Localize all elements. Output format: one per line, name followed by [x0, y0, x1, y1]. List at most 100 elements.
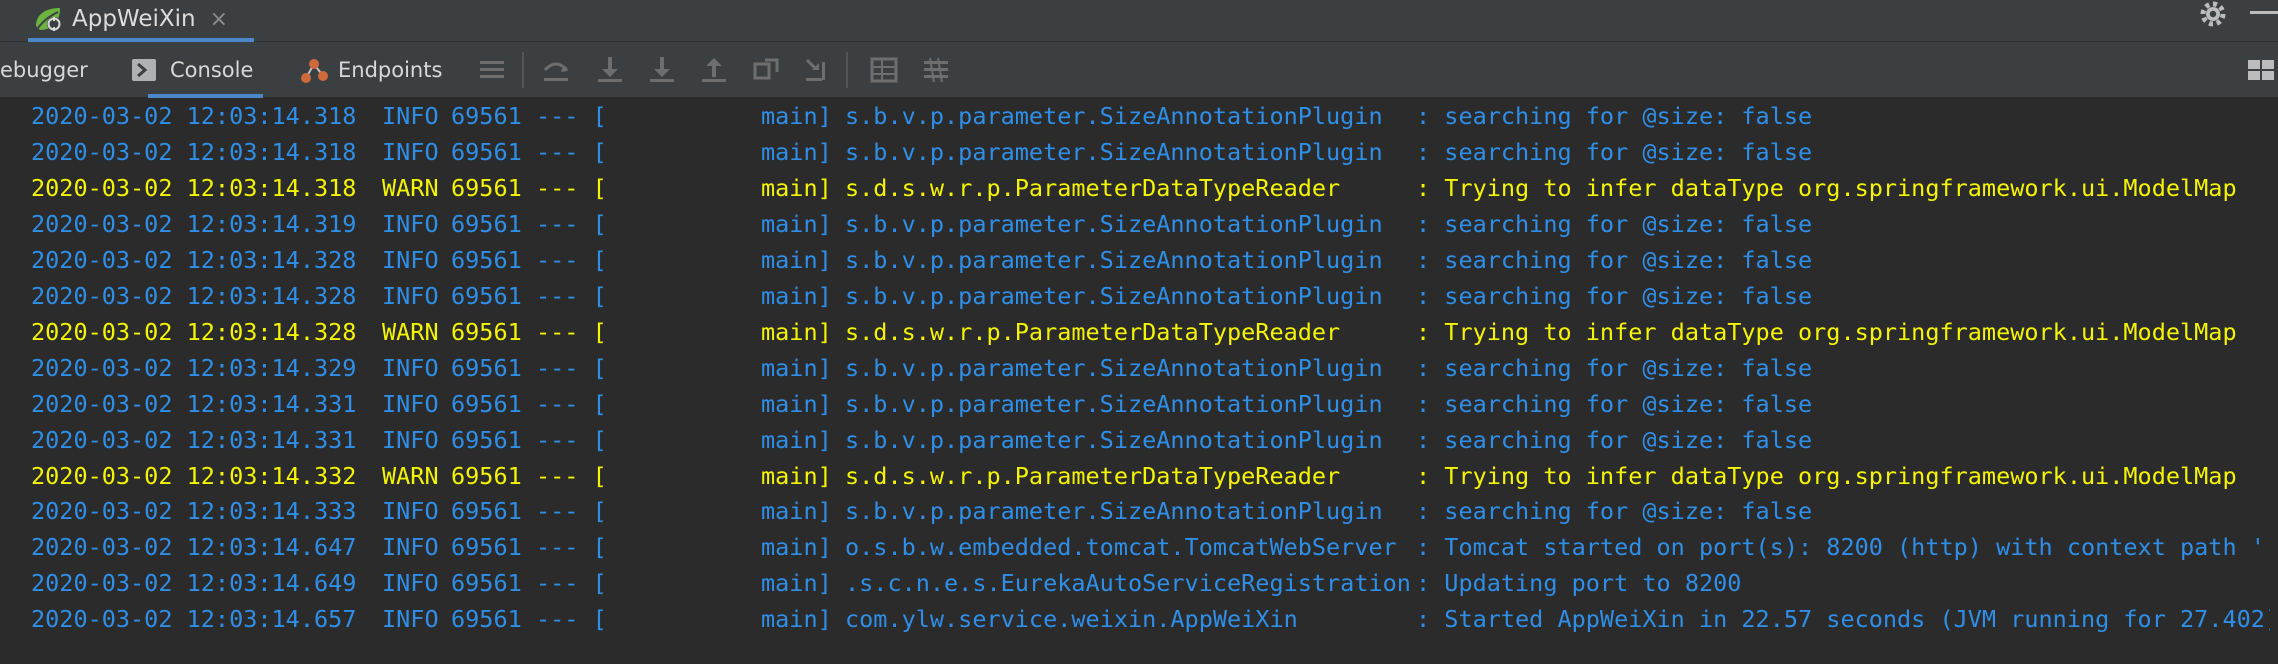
close-tab-icon[interactable]: ×	[210, 7, 228, 32]
log-message: : searching for @size: false	[1416, 353, 1813, 382]
log-level: INFO	[382, 102, 439, 130]
layout-icon[interactable]	[476, 54, 508, 86]
vertical-scrollbar[interactable]	[2270, 98, 2278, 664]
gear-icon[interactable]	[2196, 0, 2230, 34]
toolbar-separator	[846, 52, 848, 88]
log-line: 2020-03-02 12:03:14.657 INFO 69561 --- [mai…	[31, 601, 2278, 637]
log-level: INFO	[382, 569, 439, 598]
log-logger: .s.c.n.e.s.EurekaAutoServiceRegistration	[845, 569, 1411, 598]
log-dash: --- [	[536, 389, 607, 418]
log-thread: main]	[761, 281, 832, 310]
minimize-icon[interactable]	[2250, 11, 2278, 14]
log-pid: 69561	[451, 209, 522, 238]
tab-console-label: Console	[170, 58, 254, 82]
log-level: INFO	[382, 245, 439, 274]
run-config-tab-title: AppWeiXin	[72, 6, 196, 32]
log-logger: s.b.v.p.parameter.SizeAnnotationPlugin	[845, 281, 1383, 310]
log-level: WARN	[382, 173, 439, 202]
log-logger: s.b.v.p.parameter.SizeAnnotationPlugin	[845, 245, 1383, 274]
log-logger: s.b.v.p.parameter.SizeAnnotationPlugin	[845, 102, 1383, 130]
force-step-into-icon[interactable]	[646, 54, 678, 86]
log-dash: --- [	[536, 461, 607, 490]
log-thread: main]	[761, 245, 832, 274]
log-line: 2020-03-02 12:03:14.328 INFO 69561 --- [mai…	[31, 242, 2271, 278]
log-thread: main]	[761, 137, 832, 166]
console-icon	[132, 59, 156, 81]
log-dash: --- [	[536, 569, 607, 598]
log-message: : searching for @size: false	[1416, 497, 1813, 526]
run-toolbar: ebugger Console Endpoints	[0, 42, 2278, 98]
evaluate-expression-icon[interactable]	[868, 54, 900, 86]
log-logger: s.d.s.w.r.p.ParameterDataTypeReader	[845, 317, 1341, 346]
tab-debugger[interactable]: ebugger	[0, 42, 88, 98]
restore-layout-icon[interactable]	[2246, 54, 2278, 86]
endpoints-icon	[301, 59, 328, 83]
log-logger: s.d.s.w.r.p.ParameterDataTypeReader	[845, 461, 1341, 490]
console-output[interactable]: 2020-03-02 12:03:14.318 INFO 69561 --- [ mai…	[0, 98, 2278, 664]
log-level: INFO	[382, 281, 439, 310]
log-date: 2020-03-02 12:03:14.328	[31, 245, 357, 274]
log-message: : Updating port to 8200	[1416, 569, 1742, 598]
log-pid: 69561	[451, 245, 522, 274]
log-level: WARN	[382, 317, 439, 346]
log-dash: --- [	[536, 533, 607, 562]
log-thread: main]	[761, 102, 832, 130]
drop-frame-icon[interactable]	[750, 54, 782, 86]
log-thread: main]	[761, 533, 832, 562]
run-to-cursor-icon[interactable]	[802, 54, 834, 86]
log-logger: s.b.v.p.parameter.SizeAnnotationPlugin	[845, 497, 1383, 526]
tab-endpoints[interactable]: Endpoints	[298, 42, 442, 98]
log-pid: 69561	[451, 317, 522, 346]
step-over-icon[interactable]	[540, 54, 572, 86]
spring-boot-run-icon	[36, 8, 61, 31]
log-thread: main]	[761, 209, 832, 238]
log-logger: s.b.v.p.parameter.SizeAnnotationPlugin	[845, 209, 1383, 238]
log-pid: 69561	[451, 102, 522, 130]
toolbar-separator	[522, 52, 524, 88]
log-message: : searching for @size: false	[1416, 209, 1813, 238]
step-out-icon[interactable]	[698, 54, 730, 86]
log-pid: 69561	[451, 353, 522, 382]
log-line: 2020-03-02 12:03:14.332 WARN 69561 --- [mai…	[31, 458, 2271, 494]
log-thread: main]	[761, 569, 832, 598]
log-thread: main]	[761, 461, 832, 490]
log-dash: --- [	[536, 137, 607, 166]
log-thread: main]	[761, 353, 832, 382]
log-pid: 69561	[451, 461, 522, 490]
log-message: : Trying to infer dataType org.springfra…	[1416, 173, 2237, 202]
run-config-tab[interactable]: AppWeiXin ×	[28, 0, 254, 42]
log-line: 2020-03-02 12:03:14.331 INFO 69561 --- [mai…	[31, 386, 2271, 422]
log-date: 2020-03-02 12:03:14.649	[31, 569, 357, 598]
trace-icon[interactable]	[920, 54, 952, 86]
log-dash: --- [	[536, 209, 607, 238]
log-date: 2020-03-02 12:03:14.318	[31, 173, 357, 202]
log-level: INFO	[382, 137, 439, 166]
log-date: 2020-03-02 12:03:14.647	[31, 533, 357, 562]
log-thread: main]	[761, 497, 832, 526]
log-pid: 69561	[451, 281, 522, 310]
log-date: 2020-03-02 12:03:14.331	[31, 389, 357, 418]
log-pid: 69561	[451, 605, 522, 634]
log-thread: main]	[761, 389, 832, 418]
log-pid: 69561	[451, 389, 522, 418]
log-line: 2020-03-02 12:03:14.647 INFO 69561 --- [mai…	[31, 529, 2278, 565]
log-dash: --- [	[536, 497, 607, 526]
log-date: 2020-03-02 12:03:14.328	[31, 281, 357, 310]
log-level: INFO	[382, 497, 439, 526]
log-message: : searching for @size: false	[1416, 245, 1813, 274]
log-level: INFO	[382, 209, 439, 238]
log-level: INFO	[382, 425, 439, 454]
log-date: 2020-03-02 12:03:14.332	[31, 461, 357, 490]
step-into-icon[interactable]	[594, 54, 626, 86]
log-message: : searching for @size: false	[1416, 137, 1813, 166]
log-line: 2020-03-02 12:03:14.333 INFO 69561 --- [mai…	[31, 493, 2271, 529]
log-date: 2020-03-02 12:03:14.318	[31, 137, 357, 166]
log-line: 2020-03-02 12:03:14.328 INFO 69561 --- [mai…	[31, 278, 2271, 314]
log-line: 2020-03-02 12:03:14.318 INFO 69561 --- [mai…	[31, 98, 2271, 134]
log-dash: --- [	[536, 317, 607, 346]
tab-console[interactable]: Console	[130, 42, 264, 98]
log-line: 2020-03-02 12:03:14.328 WARN 69561 --- [mai…	[31, 314, 2271, 350]
log-logger: com.ylw.service.weixin.AppWeiXin	[845, 605, 1298, 634]
log-message: : searching for @size: false	[1416, 425, 1813, 454]
log-dash: --- [	[536, 425, 607, 454]
